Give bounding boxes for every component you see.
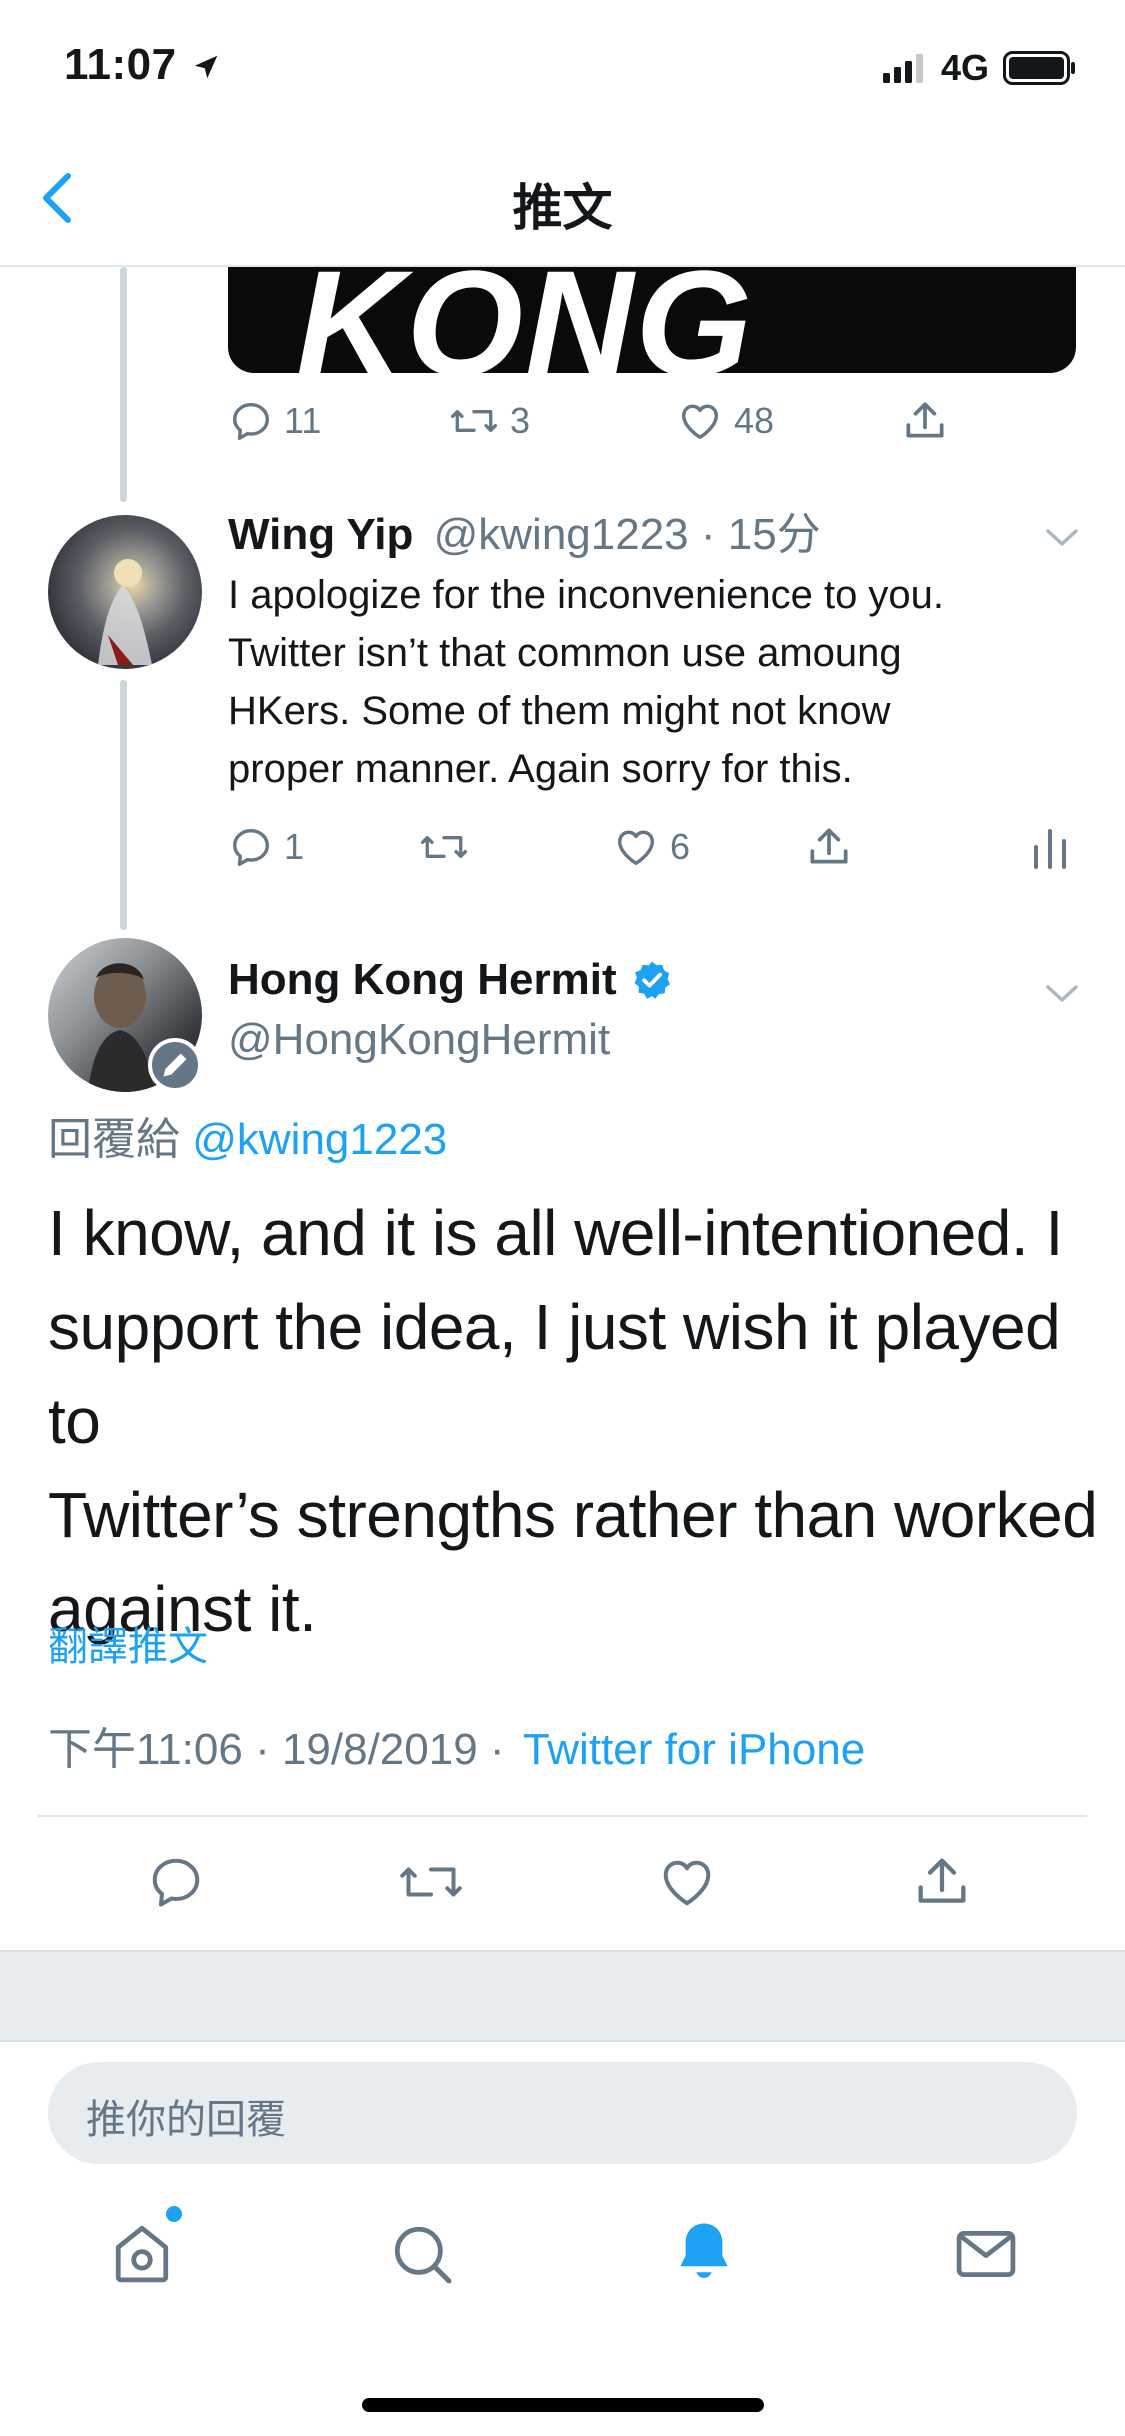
main-author-name[interactable]: Hong Kong Hermit xyxy=(228,955,617,1005)
reply-text-line: HKers. Some of them might not know xyxy=(228,689,891,733)
main-text-line: support the idea, I just wish it played … xyxy=(48,1291,1061,1457)
replying-to: 回覆給 @kwing1223 xyxy=(48,1112,447,1168)
prev-reply-count: 11 xyxy=(284,400,322,441)
status-time-text: 11:07 xyxy=(64,40,177,89)
avatar-wing-yip[interactable] xyxy=(48,515,202,669)
network-label: 4G xyxy=(940,47,989,88)
prev-retweet-count: 3 xyxy=(510,400,531,441)
chevron-down-icon[interactable] xyxy=(1042,978,1082,1008)
tweet-timestamp: 下午11:06 · 19/8/2019 · xyxy=(48,1725,505,1774)
heart-icon xyxy=(617,830,655,866)
main-text-line: Twitter’s strengths rather than worked xyxy=(48,1479,1098,1551)
share-icon[interactable] xyxy=(900,396,950,446)
messages-mail-icon[interactable] xyxy=(948,2216,1024,2292)
thread-line-top xyxy=(120,267,127,502)
main-author-name-row: Hong Kong Hermit xyxy=(228,955,673,1005)
share-icon[interactable] xyxy=(910,1850,974,1914)
tweet-source-link[interactable]: Twitter for iPhone xyxy=(523,1725,865,1774)
reply-author-handle-time: @kwing1223 · 15分 xyxy=(433,510,821,559)
signal-icon xyxy=(882,54,923,83)
home-icon xyxy=(115,2225,169,2283)
main-tweet-text: I know, and it is all well-intentioned. … xyxy=(48,1186,1098,1656)
home-indicator[interactable] xyxy=(362,2398,764,2412)
reply-author-name[interactable]: Wing Yip xyxy=(228,510,413,559)
reply-tweet-header: Wing Yip @kwing1223 · 15分 xyxy=(228,505,821,565)
translate-tweet-link[interactable]: 翻譯推文 xyxy=(48,1622,208,1672)
heart-icon xyxy=(681,404,719,440)
media-image-text: KONG xyxy=(296,267,754,373)
retweet-icon[interactable] xyxy=(418,824,470,870)
prev-like-action[interactable]: 48 xyxy=(676,398,774,444)
reply-input-placeholder: 推你的回覆 xyxy=(86,2098,286,2142)
reply-icon xyxy=(232,402,270,440)
reply-icon xyxy=(232,828,270,866)
share-icon[interactable] xyxy=(804,822,854,872)
avatar-figure-icon xyxy=(98,559,152,665)
notifications-bell-icon[interactable] xyxy=(666,2214,742,2290)
prev-like-count: 48 xyxy=(734,400,775,441)
retweet-icon xyxy=(450,410,498,432)
status-right: 4G xyxy=(882,46,1077,90)
replying-to-handle-link[interactable]: @kwing1223 xyxy=(192,1115,447,1164)
reply-text-line: I apologize for the inconvenience to you… xyxy=(228,573,945,617)
page-title: 推文 xyxy=(512,180,613,236)
battery-icon xyxy=(1003,51,1075,85)
chevron-down-icon[interactable] xyxy=(1042,522,1082,552)
tweet-media-image[interactable]: KONG xyxy=(228,267,1076,373)
retweet-icon[interactable] xyxy=(396,1852,466,1912)
thread-line-mid xyxy=(120,680,127,930)
reply-like-count: 6 xyxy=(670,826,691,867)
reply-icon[interactable] xyxy=(146,1852,206,1912)
location-arrow-icon xyxy=(195,56,218,79)
heart-icon[interactable] xyxy=(656,1852,718,1912)
verified-badge-icon xyxy=(634,961,670,999)
analytics-icon[interactable] xyxy=(1030,822,1070,872)
search-icon[interactable] xyxy=(384,2216,460,2292)
status-time: 11:07 xyxy=(64,40,221,90)
divider xyxy=(38,1815,1087,1817)
edit-badge[interactable] xyxy=(148,1038,202,1092)
prev-reply-action[interactable]: 11 xyxy=(228,398,321,444)
replying-to-prefix: 回覆給 xyxy=(48,1115,180,1164)
main-text-line: I know, and it is all well-intentioned. … xyxy=(48,1197,1063,1269)
reply-like-action[interactable]: 6 xyxy=(612,824,690,870)
main-author-handle: @HongKongHermit xyxy=(228,1015,611,1064)
tab-home[interactable] xyxy=(104,2206,182,2290)
reply-text-line: proper manner. Again sorry for this. xyxy=(228,747,853,791)
reply-reply-action[interactable]: 1 xyxy=(228,824,304,870)
reply-tweet-text: I apologize for the inconvenience to you… xyxy=(228,566,1088,798)
tweet-meta: 下午11:06 · 19/8/2019 · Twitter for iPhone xyxy=(48,1722,865,1778)
pencil-icon xyxy=(163,1053,187,1077)
reply-text-line: Twitter isn’t that common use amoung xyxy=(228,631,902,675)
prev-retweet-action[interactable]: 3 xyxy=(448,398,530,444)
home-notification-dot xyxy=(166,2206,182,2222)
section-separator xyxy=(0,1950,1125,2042)
reply-reply-count: 1 xyxy=(284,826,305,867)
